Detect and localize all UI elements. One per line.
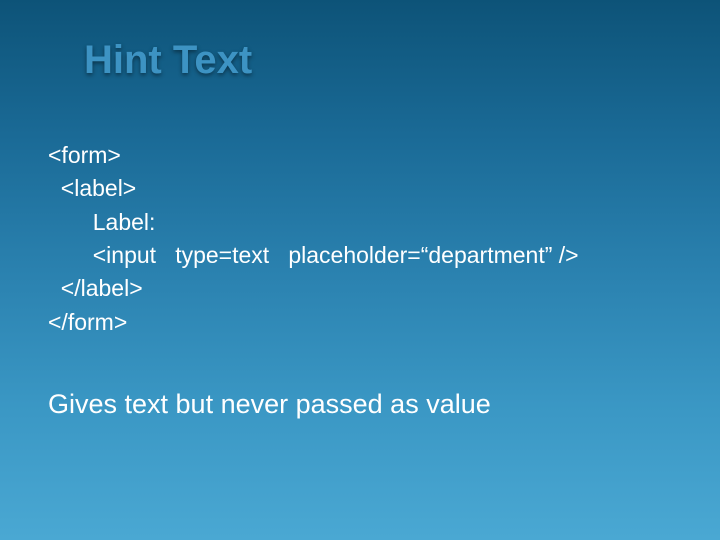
slide: Hint Text <form> <label> Label: <input t…	[0, 0, 720, 540]
code-line: </form>	[48, 306, 672, 339]
slide-caption: Gives text but never passed as value	[48, 389, 672, 420]
code-line: </label>	[48, 272, 672, 305]
code-line: Label:	[48, 206, 672, 239]
code-line: <label>	[48, 172, 672, 205]
code-line: <form>	[48, 139, 672, 172]
slide-title: Hint Text	[84, 38, 672, 83]
code-block: <form> <label> Label: <input type=text p…	[48, 139, 672, 339]
code-line: <input type=text placeholder=“department…	[48, 239, 672, 272]
